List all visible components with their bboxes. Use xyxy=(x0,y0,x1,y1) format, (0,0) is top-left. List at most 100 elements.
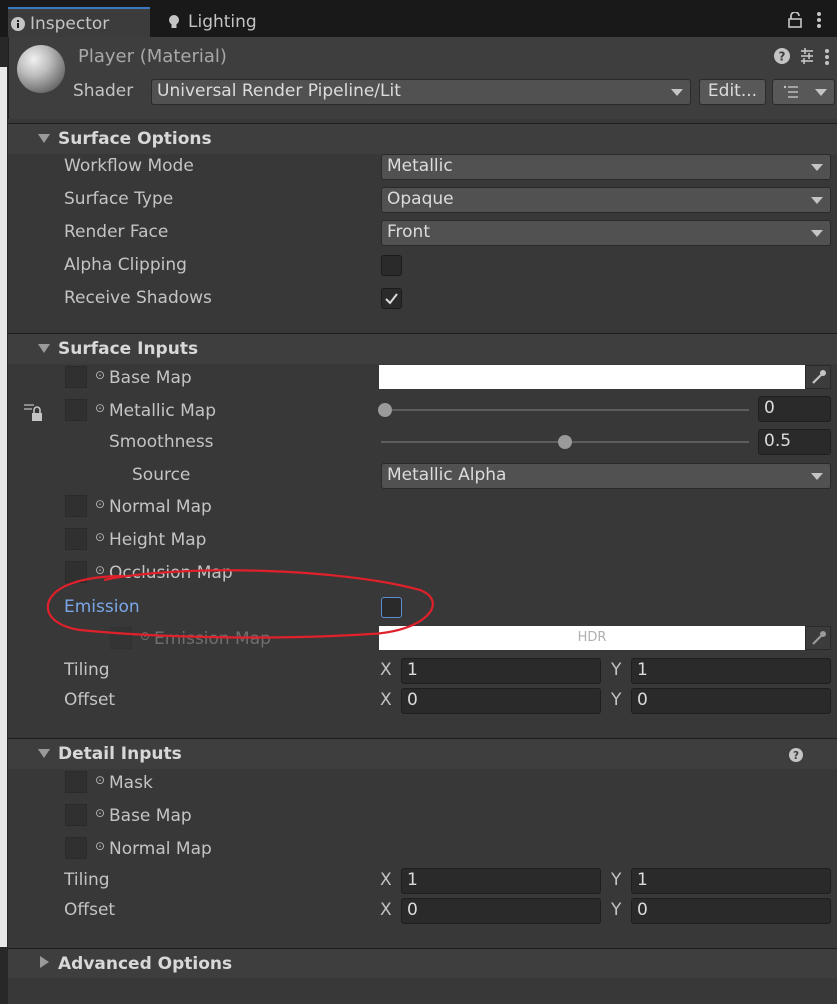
detail-normal-map-texture-slot[interactable] xyxy=(65,837,87,859)
render-face-dropdown[interactable]: Front xyxy=(381,220,831,246)
offset-y-field[interactable]: 0 xyxy=(631,688,831,714)
detail-offset-x-field[interactable]: 0 xyxy=(401,898,601,924)
detail-offset-y-field[interactable]: 0 xyxy=(631,898,831,924)
smoothness-source-dropdown[interactable]: Metallic Alpha xyxy=(381,463,831,489)
surface-inputs-header[interactable]: Surface Inputs xyxy=(8,333,837,364)
alpha-clipping-label: Alpha Clipping xyxy=(64,255,187,275)
surface-type-label: Surface Type xyxy=(64,189,174,209)
alpha-clipping-checkbox[interactable] xyxy=(381,255,402,276)
material-preview-sphere xyxy=(17,45,65,93)
tiling-x-label: X xyxy=(380,660,392,680)
eyedropper-icon[interactable] xyxy=(805,626,831,650)
texture-picker-icon[interactable]: ⊙ xyxy=(95,497,105,511)
detail-tiling-y-field[interactable]: 1 xyxy=(631,868,831,894)
svg-text:?: ? xyxy=(793,750,799,762)
advanced-options-header[interactable]: Advanced Options xyxy=(8,948,837,979)
normal-map-label: Normal Map xyxy=(109,497,212,517)
help-icon[interactable]: ? xyxy=(789,747,803,767)
detail-tiling-x-label: X xyxy=(380,870,392,890)
checkmark-icon xyxy=(385,293,398,305)
tab-bar: Inspector Lighting xyxy=(0,0,837,37)
foldout-collapsed-icon xyxy=(40,956,49,968)
foldout-expanded-icon xyxy=(38,749,50,758)
tiling-x-field[interactable]: 1 xyxy=(401,658,601,684)
source-label: Source xyxy=(132,465,191,485)
normal-map-texture-slot[interactable] xyxy=(65,495,87,517)
detail-inputs-title: Detail Inputs xyxy=(58,744,182,764)
texture-picker-icon[interactable]: ⊙ xyxy=(95,401,105,415)
height-map-label: Height Map xyxy=(109,530,207,550)
detail-tiling-y-label: Y xyxy=(611,870,622,890)
metallic-value-field[interactable]: 0 xyxy=(758,396,831,422)
hdr-label: HDR xyxy=(577,630,607,645)
base-map-texture-slot[interactable] xyxy=(65,366,87,388)
metallic-map-texture-slot[interactable] xyxy=(65,399,87,421)
shader-options-button[interactable] xyxy=(772,79,835,105)
edit-shader-button[interactable]: Edit... xyxy=(699,79,766,105)
texture-picker-icon[interactable]: ⊙ xyxy=(95,773,105,787)
render-face-label: Render Face xyxy=(64,222,169,242)
more-menu-icon[interactable] xyxy=(824,48,830,71)
help-icon[interactable]: ? xyxy=(774,48,790,69)
base-map-color-field[interactable] xyxy=(379,365,805,389)
texture-picker-icon[interactable]: ⊙ xyxy=(95,530,105,544)
surface-type-value: Opaque xyxy=(387,189,454,209)
chevron-down-icon xyxy=(811,473,823,480)
offset-x-field[interactable]: 0 xyxy=(401,688,601,714)
emission-color-field[interactable]: HDR xyxy=(379,626,805,650)
surface-type-dropdown[interactable]: Opaque xyxy=(381,187,831,213)
texture-picker-icon[interactable]: ⊙ xyxy=(95,839,105,853)
surface-options-title: Surface Options xyxy=(58,129,212,149)
advanced-options-title: Advanced Options xyxy=(58,954,233,974)
presets-icon[interactable] xyxy=(798,47,816,70)
lock-icon[interactable] xyxy=(788,11,802,33)
shader-label: Shader xyxy=(73,81,134,101)
offset-label: Offset xyxy=(64,690,116,710)
metallic-slider-handle[interactable] xyxy=(378,403,392,417)
material-title: Player (Material) xyxy=(78,46,227,67)
chevron-down-icon xyxy=(811,230,823,237)
detail-tiling-label: Tiling xyxy=(64,870,110,890)
left-gutter xyxy=(0,37,8,1004)
smoothness-value-field[interactable]: 0.5 xyxy=(758,429,831,455)
height-map-texture-slot[interactable] xyxy=(65,528,87,550)
workflow-mode-value: Metallic xyxy=(387,156,453,176)
annotation-circle xyxy=(46,569,434,639)
workflow-mode-dropdown[interactable]: Metallic xyxy=(381,154,831,180)
foldout-expanded-icon xyxy=(38,134,50,143)
detail-offset-label: Offset xyxy=(64,900,116,920)
source-value: Metallic Alpha xyxy=(387,465,507,485)
chevron-down-icon xyxy=(811,164,823,171)
detail-mask-texture-slot[interactable] xyxy=(65,771,87,793)
detail-offset-x-label: X xyxy=(380,900,392,920)
tiling-y-field[interactable]: 1 xyxy=(631,658,831,684)
tab-lighting-label: Lighting xyxy=(188,12,257,32)
lock-property-icon[interactable] xyxy=(23,402,45,427)
eyedropper-icon[interactable] xyxy=(805,365,831,389)
texture-picker-icon[interactable]: ⊙ xyxy=(95,806,105,820)
tab-inspector[interactable]: Inspector xyxy=(8,7,150,37)
detail-base-map-texture-slot[interactable] xyxy=(65,804,87,826)
foldout-expanded-icon xyxy=(38,344,50,353)
receive-shadows-checkbox[interactable] xyxy=(381,288,402,309)
shader-dropdown[interactable]: Universal Render Pipeline/Lit xyxy=(151,79,691,105)
metallic-slider-track[interactable] xyxy=(385,409,749,411)
base-map-label: Base Map xyxy=(109,368,192,388)
texture-picker-icon[interactable]: ⊙ xyxy=(95,368,105,382)
metallic-map-label: Metallic Map xyxy=(109,401,217,421)
detail-tiling-x-field[interactable]: 1 xyxy=(401,868,601,894)
list-icon xyxy=(783,85,798,98)
lightbulb-icon xyxy=(164,7,184,40)
surface-options-header[interactable]: Surface Options xyxy=(8,123,837,154)
chevron-down-icon xyxy=(811,197,823,204)
smoothness-label: Smoothness xyxy=(109,432,214,452)
detail-normal-map-label: Normal Map xyxy=(109,839,212,859)
smoothness-slider-handle[interactable] xyxy=(558,435,572,449)
kebab-menu-icon[interactable] xyxy=(816,11,822,34)
detail-inputs-header[interactable]: Detail Inputs ? xyxy=(8,738,837,769)
chevron-down-icon xyxy=(671,89,683,96)
tab-lighting[interactable]: Lighting xyxy=(164,7,284,37)
offset-y-label: Y xyxy=(611,690,622,710)
tiling-label: Tiling xyxy=(64,660,110,680)
tiling-y-label: Y xyxy=(611,660,622,680)
